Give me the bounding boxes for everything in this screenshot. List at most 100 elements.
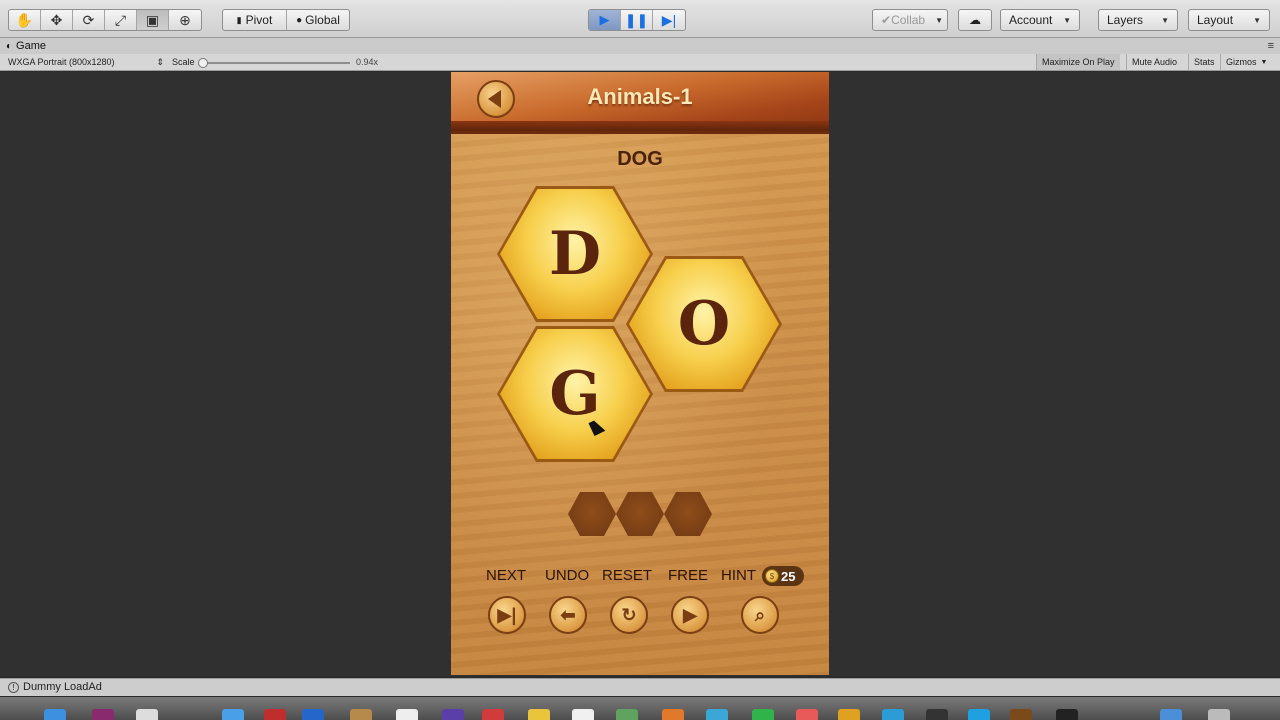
scale-label: Scale [172, 57, 195, 67]
tile-letter: D [548, 219, 602, 289]
caret-down-icon: ▼ [1253, 15, 1261, 25]
dock-app-icon[interactable] [968, 709, 990, 720]
dock-app-icon[interactable] [482, 709, 504, 720]
layout-label: Layout [1197, 13, 1234, 27]
gizmos-dropdown[interactable]: Gizmos ▼ [1220, 54, 1272, 70]
next-button[interactable]: ▶| [488, 596, 526, 634]
caret-down-icon: ▼ [1161, 15, 1169, 25]
trash-icon[interactable] [1208, 709, 1230, 720]
play-button[interactable]: ▶ [589, 10, 621, 30]
dock-app-icon[interactable] [442, 709, 464, 720]
dock-app-icon[interactable] [838, 709, 860, 720]
letter-tile-face: O [629, 259, 779, 389]
hand-tool-button[interactable]: ✋ [9, 10, 41, 30]
info-icon: ! [8, 681, 19, 693]
mute-label: Mute Audio [1132, 57, 1178, 67]
global-label: Global [305, 13, 340, 27]
coin-count: 25 [781, 568, 796, 584]
dock-app-icon[interactable] [528, 709, 550, 720]
dock-app-icon[interactable] [796, 709, 818, 720]
scale-tool-button[interactable]: ⤢ [105, 10, 137, 30]
target-word: DOG [617, 148, 663, 170]
rect-tool-button[interactable]: ▣ [137, 10, 169, 30]
dock-app-icon[interactable] [572, 709, 594, 720]
dock-app-icon[interactable] [1010, 709, 1032, 720]
global-button[interactable]: ● Global [287, 10, 349, 30]
pause-button[interactable]: ❚❚ [621, 10, 653, 30]
dock-app-icon[interactable] [396, 709, 418, 720]
caret-down-icon: ▼ [1260, 58, 1268, 66]
layers-dropdown[interactable]: Layers ▼ [1098, 9, 1178, 31]
dock-app-icon[interactable] [926, 709, 948, 720]
dock-app-icon[interactable] [350, 709, 372, 720]
caret-down-icon: ▼ [935, 15, 944, 25]
play-icon: ▶ [599, 12, 610, 27]
tab-game[interactable]: ◐ Game [6, 38, 46, 54]
undo-button[interactable]: ⬅ [549, 596, 587, 634]
tile-letter: G [549, 359, 601, 429]
dock-app-icon[interactable] [1056, 709, 1078, 720]
reset-icon: ↻ [621, 604, 637, 625]
scale-value: 0.94x [356, 57, 379, 67]
console-status-bar[interactable]: ! Dummy LoadAd [0, 678, 1280, 696]
mute-audio-toggle[interactable]: Mute Audio [1126, 54, 1182, 70]
dock-app-icon[interactable] [222, 709, 244, 720]
dock-app-icon[interactable] [662, 709, 684, 720]
playback-controls: ▶ ❚❚ ▶| [588, 9, 686, 31]
dock-app-icon[interactable] [616, 709, 638, 720]
dock-app-icon[interactable] [44, 709, 66, 720]
status-message-row: ! Dummy LoadAd [8, 681, 102, 693]
coin-badge: $ 25 [762, 566, 804, 586]
hint-label: HINT [721, 567, 756, 584]
scale-icon: ⤢ [114, 11, 127, 28]
letter-tile[interactable]: G [497, 326, 653, 462]
dock-app-icon[interactable] [882, 709, 904, 720]
pivot-label: Pivot [245, 13, 273, 27]
transform-icon: ⊕ [179, 11, 191, 28]
check-icon: ✔ [881, 13, 892, 27]
pivot-group: ▮ Pivot ● Global [222, 9, 350, 31]
account-dropdown[interactable]: Account ▼ [1000, 9, 1080, 31]
pivot-button[interactable]: ▮ Pivot [223, 10, 287, 30]
layout-dropdown[interactable]: Layout ▼ [1188, 9, 1270, 31]
scale-slider-handle[interactable] [198, 58, 208, 68]
undo-label: UNDO [545, 567, 590, 584]
collab-dropdown[interactable]: ✔ Collab ▼ [872, 9, 948, 31]
tab-menu-icon[interactable]: ≡ [1268, 40, 1274, 52]
dock-app-icon[interactable] [302, 709, 324, 720]
scale-slider-track[interactable] [200, 62, 350, 64]
undo-icon: ⬅ [560, 604, 576, 625]
dock-folder-icon[interactable] [1160, 709, 1182, 720]
dock-app-icon[interactable] [136, 709, 158, 720]
stats-toggle[interactable]: Stats [1188, 54, 1220, 70]
move-tool-button[interactable]: ✥ [41, 10, 73, 30]
transform-tool-button[interactable]: ⊕ [169, 10, 201, 30]
transform-tools: ✋ ✥ ⟳ ⤢ ▣ ⊕ [8, 9, 202, 31]
letter-tile-face: D [500, 189, 650, 319]
free-video-button[interactable]: ▶ [671, 596, 709, 634]
unity-toolbar: ✋ ✥ ⟳ ⤢ ▣ ⊕ ▮ Pivot ● Global ▶ ❚❚ ▶| ✔ C… [0, 0, 1280, 38]
rotate-tool-button[interactable]: ⟳ [73, 10, 105, 30]
letter-tile[interactable]: D [497, 186, 653, 322]
resolution-dropdown[interactable]: WXGA Portrait (800x1280) ⇕ [8, 57, 164, 68]
dock-app-icon[interactable] [706, 709, 728, 720]
cloud-button[interactable]: ☁ [958, 9, 992, 31]
step-button[interactable]: ▶| [653, 10, 685, 30]
answer-slot [616, 492, 664, 536]
caret-down-icon: ▼ [1063, 15, 1071, 25]
resolution-label: WXGA Portrait (800x1280) [8, 57, 115, 67]
pivot-icon: ▮ [236, 14, 242, 25]
video-icon: ▶ [683, 604, 697, 625]
pause-icon: ❚❚ [624, 11, 649, 28]
letter-tile[interactable]: O [626, 256, 782, 392]
maximize-on-play-toggle[interactable]: Maximize On Play [1036, 54, 1120, 70]
status-message: Dummy LoadAd [23, 681, 102, 693]
dock-app-icon[interactable] [264, 709, 286, 720]
dock-app-icon[interactable] [752, 709, 774, 720]
reset-button[interactable]: ↻ [610, 596, 648, 634]
dock-app-icon[interactable] [92, 709, 114, 720]
answer-slot [664, 492, 712, 536]
game-screen: Animals-1 DOG D O G NEXT UNDO RESET FREE… [451, 72, 829, 675]
hint-button[interactable]: ⌕ [741, 596, 779, 634]
globe-icon: ● [296, 14, 303, 26]
